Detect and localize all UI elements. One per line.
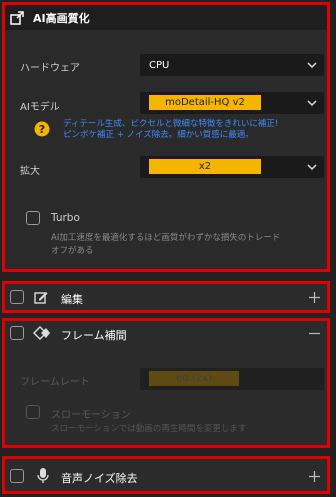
ai-enhance-panel: AI高画質化 ハードウェア CPU AIモデル moDetail-HQ v2 ?… xyxy=(2,2,330,272)
plus-icon[interactable] xyxy=(308,291,321,304)
frame-interpolation-title: フレーム補間 xyxy=(61,329,127,342)
ai-model-hint: ディテール生成、ピクセルと微細な特徴をきれいに補正! ピンボケ補正 + ノイズ除… xyxy=(63,119,328,141)
framerate-select: 60 (2x) xyxy=(140,368,324,390)
edit-title: 編集 xyxy=(61,293,83,306)
svg-text:?: ? xyxy=(39,123,45,136)
ai-model-hint-line-2: ピンボケ補正 + ノイズ除去。細かい質感に最適。 xyxy=(63,130,254,140)
scale-label: 拡大 xyxy=(20,166,40,177)
enhance-icon xyxy=(10,11,24,25)
frame-interpolation-panel: フレーム補間 フレームレート 60 (2x) スローモーション スローモーション… xyxy=(2,318,330,448)
hardware-value: CPU xyxy=(149,59,170,71)
plus-icon[interactable] xyxy=(308,470,321,483)
microphone-icon xyxy=(37,468,49,483)
ai-model-label: AIモデル xyxy=(20,102,60,113)
turbo-note-line-1: AI加工速度を最適化するほど画質がわずかな損失のトレード xyxy=(51,233,281,243)
slowmo-label: スローモーション xyxy=(51,410,131,421)
frame-interpolation-header[interactable]: フレーム補間 xyxy=(5,321,327,345)
scale-value: x2 xyxy=(149,159,261,174)
chevron-down-icon xyxy=(307,164,317,171)
ai-model-select[interactable]: moDetail-HQ v2 xyxy=(140,92,324,114)
framerate-value: 60 (2x) xyxy=(149,371,239,386)
minus-icon[interactable] xyxy=(308,327,321,340)
chevron-down-icon xyxy=(307,100,317,107)
slowmo-note: スローモーションでは動画の再生時間を変更します xyxy=(51,424,247,434)
audio-denoise-title: 音声ノイズ除去 xyxy=(61,472,138,485)
audio-denoise-panel[interactable]: 音声ノイズ除去 xyxy=(2,456,330,494)
ai-model-hint-line-1: ディテール生成、ピクセルと微細な特徴をきれいに補正! xyxy=(63,119,279,129)
edit-icon xyxy=(34,292,48,304)
ai-enhance-header[interactable]: AI高画質化 xyxy=(5,5,327,30)
frame-interpolation-icon xyxy=(33,326,50,340)
chevron-down-icon xyxy=(307,62,317,69)
turbo-note: AI加工速度を最適化するほど画質がわずかな損失のトレード オフがある xyxy=(51,232,329,258)
ai-enhance-title: AI高画質化 xyxy=(33,12,90,25)
frame-interpolation-checkbox[interactable] xyxy=(10,326,24,340)
audio-denoise-checkbox[interactable] xyxy=(10,469,24,483)
framerate-label: フレームレート xyxy=(20,377,90,388)
turbo-label: Turbo xyxy=(51,212,80,224)
turbo-note-line-2: オフがある xyxy=(51,246,94,256)
ai-model-value: moDetail-HQ v2 xyxy=(149,95,261,110)
help-icon[interactable]: ? xyxy=(34,121,50,137)
edit-panel[interactable]: 編集 xyxy=(2,281,330,313)
turbo-checkbox[interactable] xyxy=(26,211,40,225)
scale-select[interactable]: x2 xyxy=(140,156,324,178)
hardware-label: ハードウェア xyxy=(20,63,80,74)
edit-checkbox[interactable] xyxy=(10,290,24,304)
slowmo-checkbox xyxy=(26,405,40,419)
hardware-select[interactable]: CPU xyxy=(140,54,324,76)
